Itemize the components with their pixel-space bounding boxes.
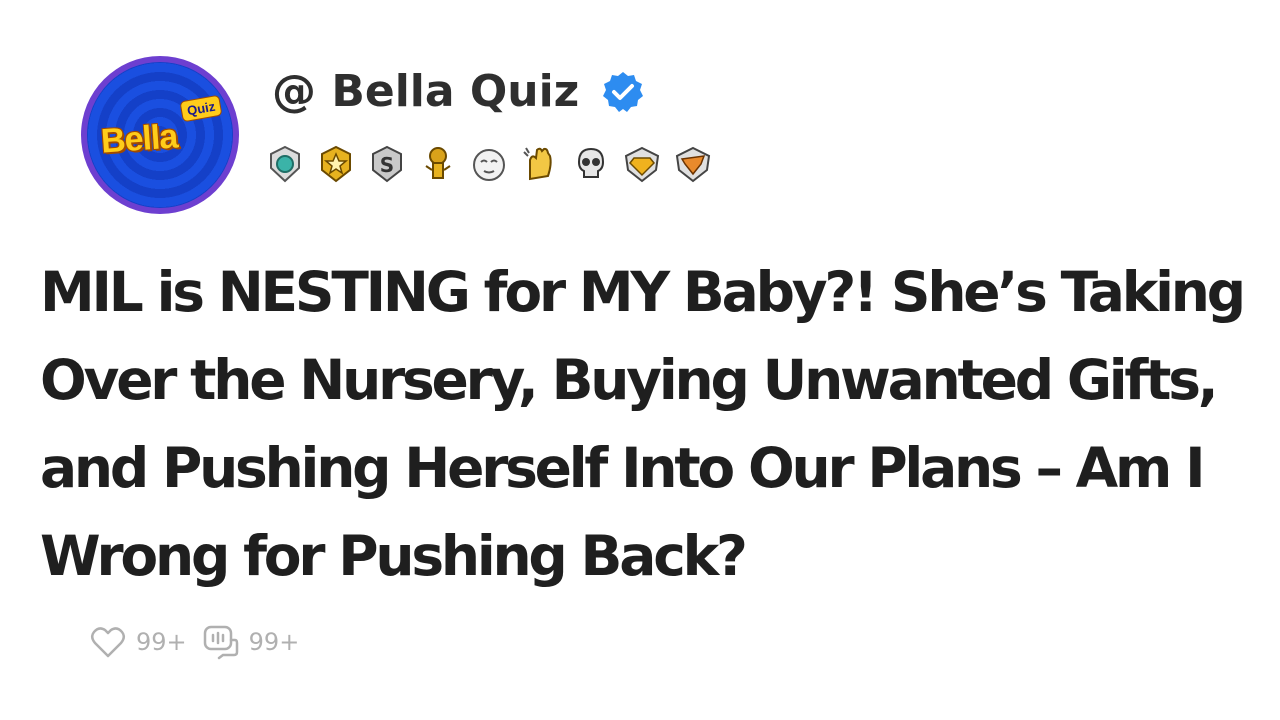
- avatar-logo-main: Bella: [99, 117, 179, 161]
- gold-diamond-badge-icon[interactable]: [622, 144, 662, 184]
- comment-icon: [203, 625, 238, 660]
- verified-check-icon: [603, 71, 644, 112]
- svg-text:S: S: [380, 153, 394, 177]
- skull-badge-icon[interactable]: [571, 144, 611, 184]
- clapping-hands-badge-icon[interactable]: [520, 144, 560, 184]
- post-actions: 99+ 99+: [88, 622, 299, 662]
- avatar-logo-tag: Quiz: [179, 94, 223, 123]
- avatar[interactable]: Quiz Bella: [81, 56, 239, 214]
- like-button[interactable]: 99+: [88, 622, 187, 662]
- badge-row: S: [265, 144, 713, 184]
- silver-s-badge-icon[interactable]: S: [367, 144, 407, 184]
- sleepy-face-badge-icon[interactable]: [469, 144, 509, 184]
- profile-handle[interactable]: @ Bella Quiz: [272, 66, 579, 117]
- gold-trophy-badge-icon[interactable]: [418, 144, 458, 184]
- gold-star-badge-icon[interactable]: [316, 144, 356, 184]
- heart-icon: [91, 627, 125, 658]
- comment-button[interactable]: 99+: [201, 622, 300, 662]
- post-title: MIL is NESTING for MY Baby?! She’s Takin…: [40, 260, 1246, 588]
- orange-wing-badge-icon[interactable]: [673, 144, 713, 184]
- avatar-logo: Quiz Bella: [87, 62, 233, 208]
- profile-header: @ Bella Quiz: [272, 66, 645, 117]
- like-count: 99+: [136, 628, 187, 656]
- comment-count: 99+: [248, 628, 300, 656]
- teal-shield-badge-icon[interactable]: [265, 144, 305, 184]
